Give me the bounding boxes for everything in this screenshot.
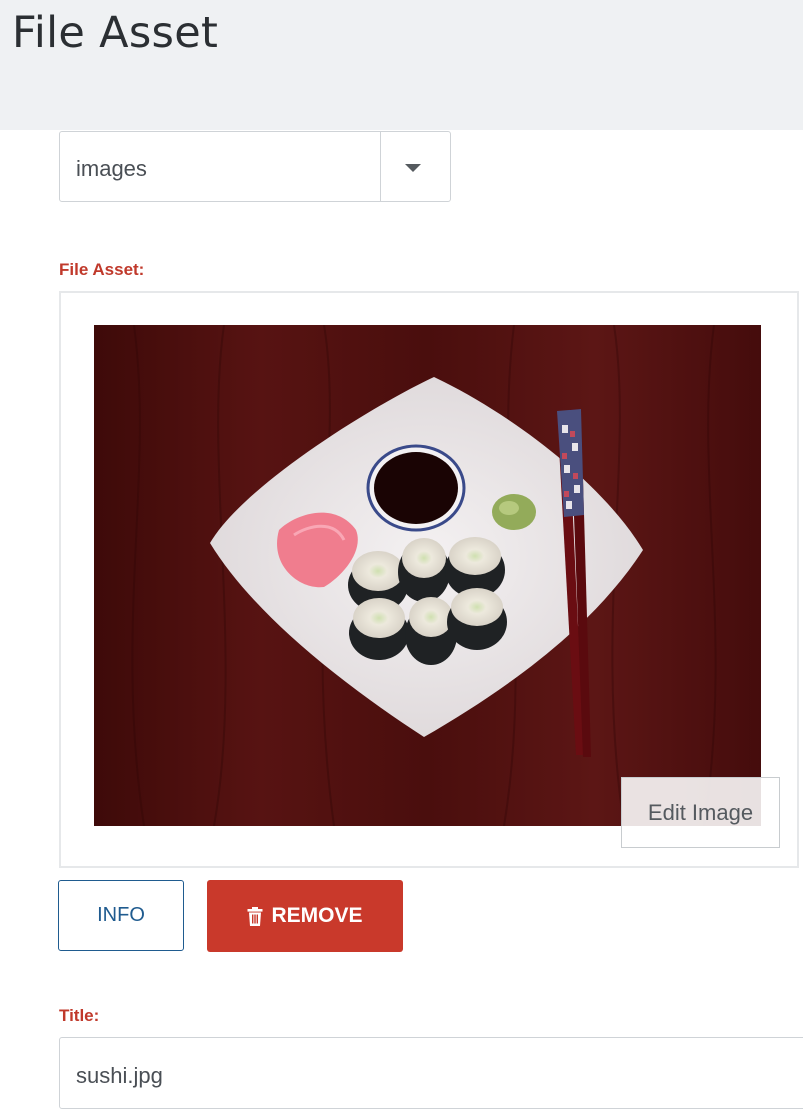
remove-button-label: REMOVE <box>271 904 363 927</box>
file-asset-label: File Asset: <box>59 260 145 279</box>
trash-icon <box>247 906 263 926</box>
caret-down-icon[interactable] <box>403 163 423 173</box>
folder-select-value: images <box>76 156 147 181</box>
edit-image-button[interactable]: Edit Image <box>621 777 780 848</box>
select-divider <box>380 132 381 201</box>
sushi-image <box>94 325 761 826</box>
page-title: File Asset <box>12 8 219 58</box>
remove-button[interactable]: REMOVE <box>207 880 403 952</box>
title-label: Title: <box>59 1006 100 1025</box>
title-input-value: sushi.jpg <box>76 1063 163 1088</box>
folder-select[interactable]: images <box>59 131 451 202</box>
title-input[interactable]: sushi.jpg <box>59 1037 803 1109</box>
page-header: File Asset <box>0 0 803 130</box>
info-button[interactable]: INFO <box>58 880 184 951</box>
